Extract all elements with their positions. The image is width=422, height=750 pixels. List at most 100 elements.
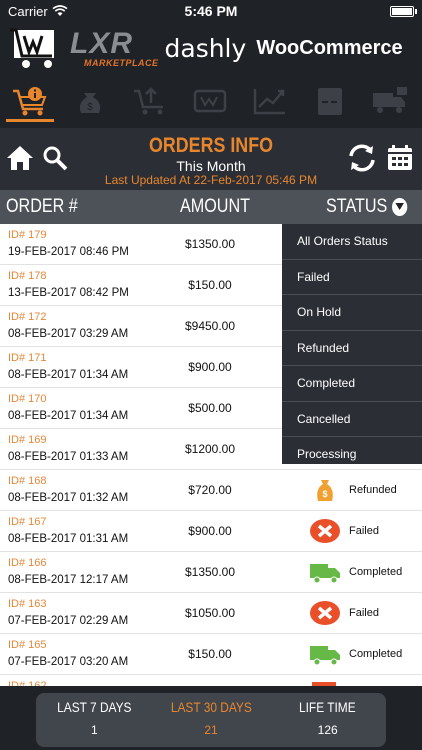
order-id: ID# 166 <box>8 557 47 569</box>
status-bar: Carrier 5:46 PM <box>0 0 422 22</box>
tab-sales[interactable] <box>240 76 300 126</box>
summary-value: 126 <box>317 723 338 737</box>
battery-icon <box>390 6 414 17</box>
order-id: ID# 178 <box>8 270 47 282</box>
delivery-truck-icon <box>308 641 342 667</box>
order-row[interactable]: ID# 162 <box>0 675 422 686</box>
order-amount: $720.00 <box>188 483 232 497</box>
lxr-logo: LXR MARKETPLACE <box>70 26 159 68</box>
tab-carts[interactable] <box>180 76 240 126</box>
order-amount: $1350.00 <box>184 237 236 251</box>
summary-label: LAST 30 DAYS <box>170 699 252 715</box>
order-date: 07-FEB-2017 02:29 AM <box>8 615 129 627</box>
summary-label: LIFE TIME <box>299 699 357 715</box>
orders-info-header: ORDERS INFO This Month Last Updated At 2… <box>0 128 422 190</box>
last-updated: Last Updated At 22-Feb-2017 05:46 PM <box>104 173 318 187</box>
summary-value: 21 <box>204 723 218 737</box>
column-amount: AMOUNT <box>180 196 250 217</box>
status-filter-option[interactable]: Failed <box>282 260 422 295</box>
order-date: 08-FEB-2017 01:34 AM <box>8 410 129 422</box>
order-date: 08-FEB-2017 01:31 AM <box>8 533 129 545</box>
battery-tip <box>415 9 417 14</box>
shipping-truck-icon <box>373 87 407 113</box>
order-amount: $1050.00 <box>184 606 236 620</box>
sync-icon[interactable] <box>346 142 378 174</box>
tab-products[interactable] <box>120 76 180 126</box>
order-date: 19-FEB-2017 08:46 PM <box>8 246 129 258</box>
refund-money-bag-icon: $ <box>308 477 342 503</box>
status-filter-option[interactable]: Cancelled <box>282 402 422 437</box>
order-status: Failed <box>349 607 379 619</box>
order-date: 08-FEB-2017 01:33 AM <box>8 451 129 463</box>
order-row[interactable]: ID# 165 07-FEB-2017 03:20 AM $150.00 Comple… <box>0 634 422 675</box>
sales-growth-icon <box>253 89 285 115</box>
tab-shipping[interactable] <box>360 76 420 126</box>
marketplace-wordmark: MARKETPLACE <box>84 57 159 68</box>
order-row[interactable]: ID# 168 08-FEB-2017 01:32 AM $720.00 $ Refun… <box>0 470 422 511</box>
order-amount: $9450.00 <box>184 319 236 333</box>
delivery-truck-icon <box>308 559 342 585</box>
brand-header: LXR MARKETPLACE dashly WooCommerce <box>0 22 422 74</box>
summary-value: 1 <box>90 723 98 737</box>
status-filter-option[interactable]: Refunded <box>282 331 422 366</box>
order-amount: $150.00 <box>188 647 232 661</box>
column-order: ORDER # <box>6 196 78 217</box>
column-status[interactable]: STATUS <box>326 196 387 218</box>
order-date: 08-FEB-2017 03:29 AM <box>8 328 129 340</box>
cart-logo-icon <box>10 28 54 68</box>
product-upload-icon <box>134 87 163 115</box>
summary-tab-last-7-days[interactable]: LAST 7 DAYS 1 <box>36 693 153 747</box>
orders-table-header: ORDER # AMOUNT STATUS <box>0 190 422 224</box>
failed-x-icon <box>308 600 342 626</box>
orders-info-icon <box>13 87 47 116</box>
revenue-icon: $ <box>79 93 101 113</box>
dashly-wordmark: dashly <box>164 33 247 63</box>
status-filter-option[interactable]: Processing <box>282 437 422 464</box>
order-status: Completed <box>349 566 403 578</box>
summary-tab-last-30-days[interactable]: LAST 30 DAYS 21 <box>153 693 270 747</box>
order-date: 07-FEB-2017 03:20 AM <box>8 656 129 668</box>
report-icon <box>318 88 342 115</box>
svg-text:$: $ <box>87 102 93 113</box>
period-summary-bar: LAST 7 DAYS 1 LAST 30 DAYS 21 LIFE TIME 126 <box>36 693 386 747</box>
cart-transfer-icon <box>193 89 227 113</box>
order-id: ID# 172 <box>8 311 47 323</box>
order-amount: $1200.00 <box>184 442 236 456</box>
status-filter-option[interactable]: All Orders Status <box>282 224 422 260</box>
tab-reports[interactable] <box>300 76 360 126</box>
order-status: Refunded <box>349 484 397 496</box>
order-id: ID# 179 <box>8 229 47 241</box>
feature-tabs: $ <box>0 76 422 126</box>
status-filter-toggle-icon[interactable] <box>392 198 408 216</box>
order-id: ID# 163 <box>8 598 47 610</box>
tab-orders-info[interactable] <box>0 76 60 126</box>
status-filter-dropdown: All Orders Status Failed On Hold Refunded Co… <box>282 224 422 464</box>
order-amount: $150.00 <box>188 278 232 292</box>
order-id: ID# 171 <box>8 352 47 364</box>
page-title: ORDERS INFO <box>149 134 273 157</box>
calendar-icon[interactable] <box>386 144 414 172</box>
order-row[interactable]: ID# 167 08-FEB-2017 01:31 AM $900.00 Failed <box>0 511 422 552</box>
order-status: Failed <box>349 525 379 537</box>
order-row[interactable]: ID# 166 08-FEB-2017 12:17 AM $1350.00 Compl… <box>0 552 422 593</box>
order-row[interactable]: ID# 163 07-FEB-2017 02:29 AM $1050.00 Faile… <box>0 593 422 634</box>
app-screen: Carrier 5:46 PM LXR MARKETPLACE dashly W… <box>0 0 422 750</box>
order-id: ID# 170 <box>8 393 47 405</box>
order-id: ID# 167 <box>8 516 47 528</box>
order-id: ID# 168 <box>8 475 47 487</box>
order-amount: $500.00 <box>188 401 232 415</box>
summary-tab-life-time[interactable]: LIFE TIME 126 <box>269 693 386 747</box>
status-filter-option[interactable]: On Hold <box>282 295 422 331</box>
order-date: 08-FEB-2017 12:17 AM <box>8 574 129 586</box>
lxr-wordmark: LXR <box>70 26 133 60</box>
order-date: 13-FEB-2017 08:42 PM <box>8 287 129 299</box>
order-date: 08-FEB-2017 01:32 AM <box>8 492 129 504</box>
order-id: ID# 162 <box>8 680 47 686</box>
order-amount: $900.00 <box>188 524 232 538</box>
summary-label: LAST 7 DAYS <box>57 699 132 715</box>
status-filter-option[interactable]: Completed <box>282 366 422 402</box>
clock: 5:46 PM <box>184 3 238 19</box>
order-id: ID# 165 <box>8 639 47 651</box>
tab-revenue[interactable]: $ <box>60 76 120 126</box>
woocommerce-wordmark: WooCommerce <box>256 36 403 59</box>
